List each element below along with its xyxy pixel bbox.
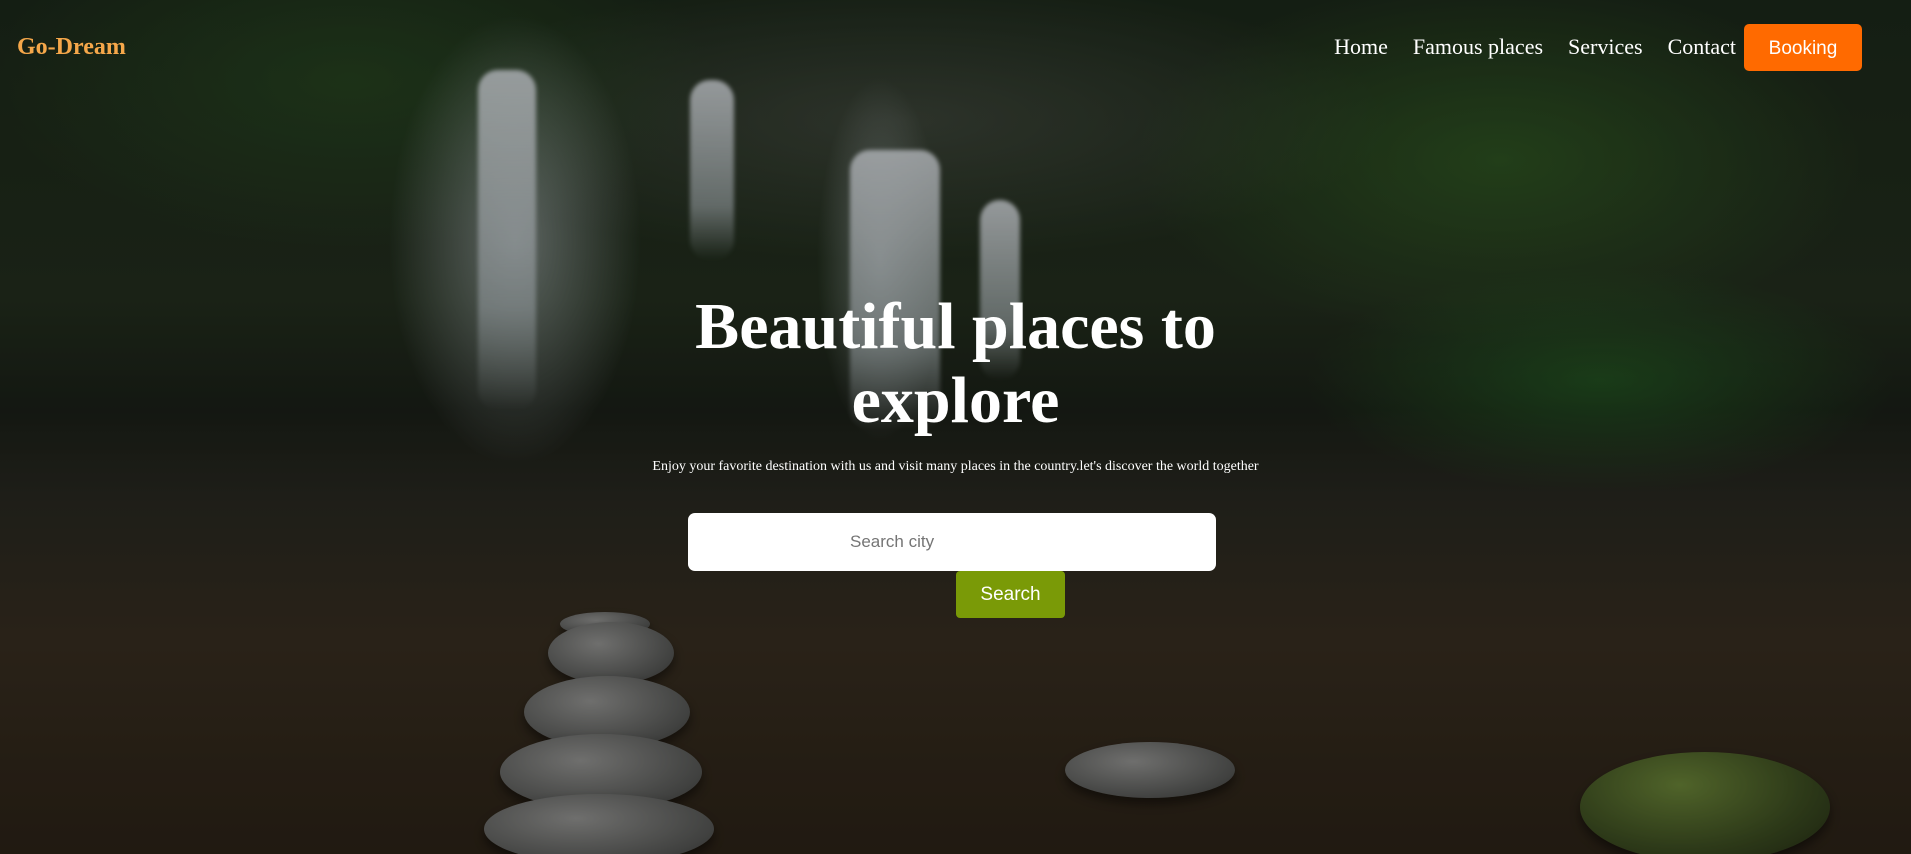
brand-logo[interactable]: Go-Dream: [17, 34, 126, 61]
nav-link-home[interactable]: Home: [1334, 34, 1388, 60]
nav-links: Home Famous places Services Contact: [1334, 34, 1736, 60]
hero-subtitle: Enjoy your favorite destination with us …: [652, 459, 1259, 474]
hero-section: Go-Dream Home Famous places Services Con…: [0, 0, 1911, 854]
booking-button[interactable]: Booking: [1744, 24, 1862, 71]
search-button[interactable]: Search: [956, 571, 1065, 618]
nav-link-famous-places[interactable]: Famous places: [1413, 34, 1543, 60]
nav-link-services[interactable]: Services: [1568, 34, 1643, 60]
nav-link-contact[interactable]: Contact: [1668, 34, 1736, 60]
navbar: Go-Dream Home Famous places Services Con…: [0, 0, 1911, 96]
hero-content: Beautiful places to explore Enjoy your f…: [0, 290, 1911, 475]
hero-title: Beautiful places to explore: [695, 290, 1216, 437]
search-city-input[interactable]: [688, 513, 1216, 571]
